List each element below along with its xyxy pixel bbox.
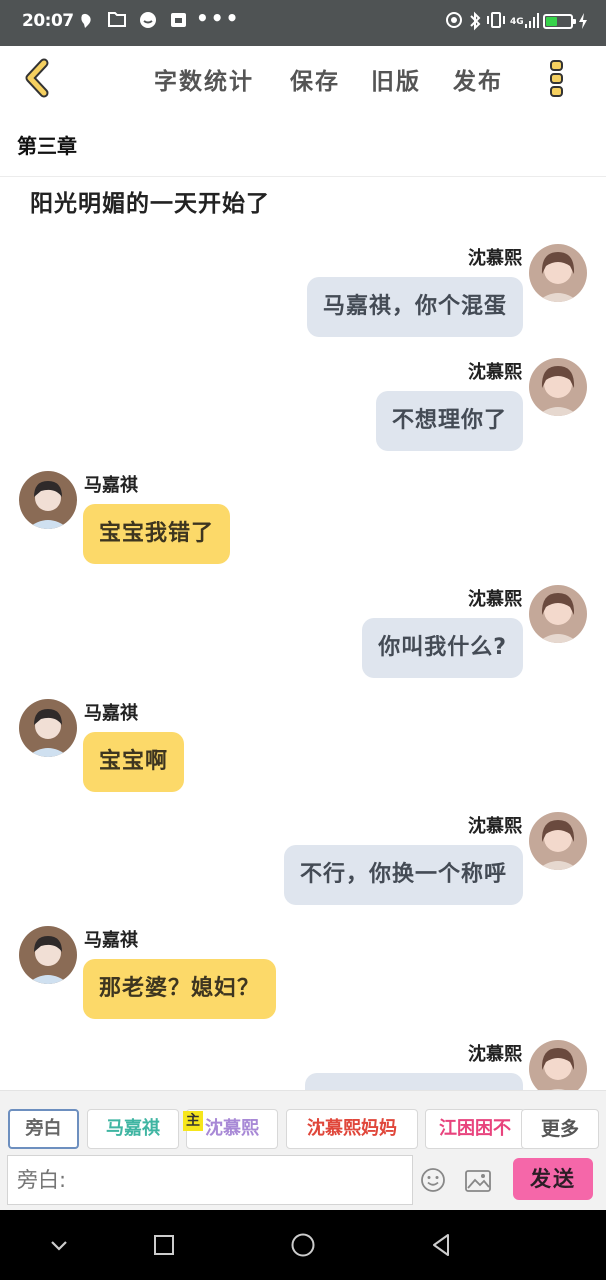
more-vertical-icon <box>550 60 563 97</box>
image-button[interactable] <box>464 1169 492 1193</box>
sender-name: 马嘉祺 <box>84 475 138 496</box>
battery-level <box>546 17 557 26</box>
avatar[interactable] <box>529 358 587 416</box>
app-icon <box>170 11 187 33</box>
system-nav-bar <box>0 1210 606 1280</box>
emoji-button[interactable] <box>420 1167 446 1193</box>
message-bubble[interactable]: 宝宝我错了 <box>83 504 231 564</box>
chat-message[interactable]: 马嘉祺 宝宝我错了 <box>0 457 606 567</box>
image-icon <box>465 1170 491 1192</box>
location-icon <box>445 11 463 34</box>
chat-area[interactable]: 沈慕熙 马嘉祺，你个混蛋 沈慕熙 不想理你了 马嘉祺 宝宝我错了 沈慕熙 你叫我… <box>0 230 606 1090</box>
chat-app-icon <box>139 11 157 34</box>
message-bubble[interactable]: 那老婆？媳妇？ <box>83 959 277 1019</box>
divider <box>0 176 606 177</box>
message-bubble[interactable]: 不想理你了 <box>375 391 523 451</box>
avatar[interactable] <box>19 926 77 984</box>
back-button[interactable] <box>20 58 56 98</box>
sender-name: 马嘉祺 <box>84 930 138 951</box>
triangle-back-icon <box>433 1234 449 1256</box>
publish-button[interactable]: 发布 <box>453 62 503 96</box>
message-input[interactable] <box>7 1155 413 1205</box>
chapter-title[interactable]: 第三章 <box>17 130 77 159</box>
emoji-icon <box>421 1168 445 1192</box>
message-bubble[interactable]: 你叫我什么? <box>362 618 523 678</box>
status-time: 20:07 <box>22 11 74 31</box>
old-version-button[interactable]: 旧版 <box>371 62 421 96</box>
role-tab-narrator[interactable]: 旁白 <box>8 1109 79 1149</box>
sender-name: 沈慕熙 <box>468 248 522 269</box>
chat-message[interactable]: 沈慕熙 不想理你了 <box>0 344 606 454</box>
circle-icon <box>291 1233 315 1257</box>
sender-name: 沈慕熙 <box>468 816 522 837</box>
send-button[interactable]: 发送 <box>513 1158 593 1200</box>
chat-message[interactable]: 沈慕熙 不行，你换一个称呼 <box>0 798 606 908</box>
avatar[interactable] <box>529 585 587 643</box>
chat-message[interactable]: 沈慕熙 马嘉祺，你个混蛋 <box>0 230 606 340</box>
vibrate-icon <box>486 11 506 34</box>
battery-icon <box>543 14 576 29</box>
back-nav-button[interactable] <box>429 1232 455 1258</box>
save-button[interactable]: 保存 <box>290 62 340 96</box>
role-tabs: 旁白 马嘉祺 沈慕熙 沈慕熙妈妈 江困困不 <box>0 1109 606 1153</box>
message-bubble[interactable]: 马嘉祺，你个混蛋 <box>306 277 523 337</box>
charging-icon <box>578 12 588 35</box>
avatar[interactable] <box>529 812 587 870</box>
avatar[interactable] <box>529 244 587 302</box>
chat-message[interactable]: 沈慕熙 <box>0 1026 606 1090</box>
compose-toolbar: 旁白 马嘉祺 沈慕熙 沈慕熙妈妈 江困困不 主 更多 发送 <box>0 1090 606 1210</box>
chat-message[interactable]: 沈慕熙 你叫我什么? <box>0 571 606 681</box>
status-bar: 20:07 ••• 4G <box>0 0 606 46</box>
message-bubble[interactable]: 宝宝啊 <box>83 732 185 792</box>
folder-icon <box>108 11 126 32</box>
avatar[interactable] <box>19 699 77 757</box>
role-tab-jiang-kunkun[interactable]: 江困困不 <box>425 1109 525 1149</box>
collapse-button[interactable] <box>46 1232 72 1258</box>
notification-icon <box>76 11 96 36</box>
role-tab-ma-jiaqi[interactable]: 马嘉祺 <box>87 1109 179 1149</box>
message-bubble[interactable] <box>305 1073 523 1090</box>
square-icon <box>154 1235 174 1255</box>
sender-name: 沈慕熙 <box>468 362 522 383</box>
role-tab-shen-muxi-mother[interactable]: 沈慕熙妈妈 <box>286 1109 418 1149</box>
bluetooth-icon <box>468 11 482 36</box>
sender-name: 沈慕熙 <box>468 1044 522 1065</box>
narration-text[interactable]: 阳光明媚的一天开始了 <box>30 184 270 218</box>
main-role-badge: 主 <box>183 1111 203 1131</box>
word-count-button[interactable]: 字数统计 <box>154 62 254 96</box>
message-bubble[interactable]: 不行，你换一个称呼 <box>283 845 523 905</box>
menu-button[interactable] <box>546 58 568 100</box>
recents-button[interactable] <box>151 1232 177 1258</box>
back-arrow-icon <box>25 58 49 98</box>
chat-message[interactable]: 马嘉祺 那老婆？媳妇？ <box>0 912 606 1022</box>
more-notifications-icon: ••• <box>196 6 241 30</box>
avatar[interactable] <box>19 471 77 529</box>
more-roles-button[interactable]: 更多 <box>521 1109 599 1149</box>
sender-name: 沈慕熙 <box>468 589 522 610</box>
home-button[interactable] <box>290 1232 316 1258</box>
signal-icon <box>524 11 540 34</box>
chat-message[interactable]: 马嘉祺 宝宝啊 <box>0 685 606 795</box>
sender-name: 马嘉祺 <box>84 703 138 724</box>
chevron-down-icon <box>51 1241 67 1251</box>
top-nav: 字数统计 保存 旧版 发布 <box>0 46 606 110</box>
network-type: 4G <box>510 17 524 27</box>
avatar[interactable] <box>529 1040 587 1090</box>
